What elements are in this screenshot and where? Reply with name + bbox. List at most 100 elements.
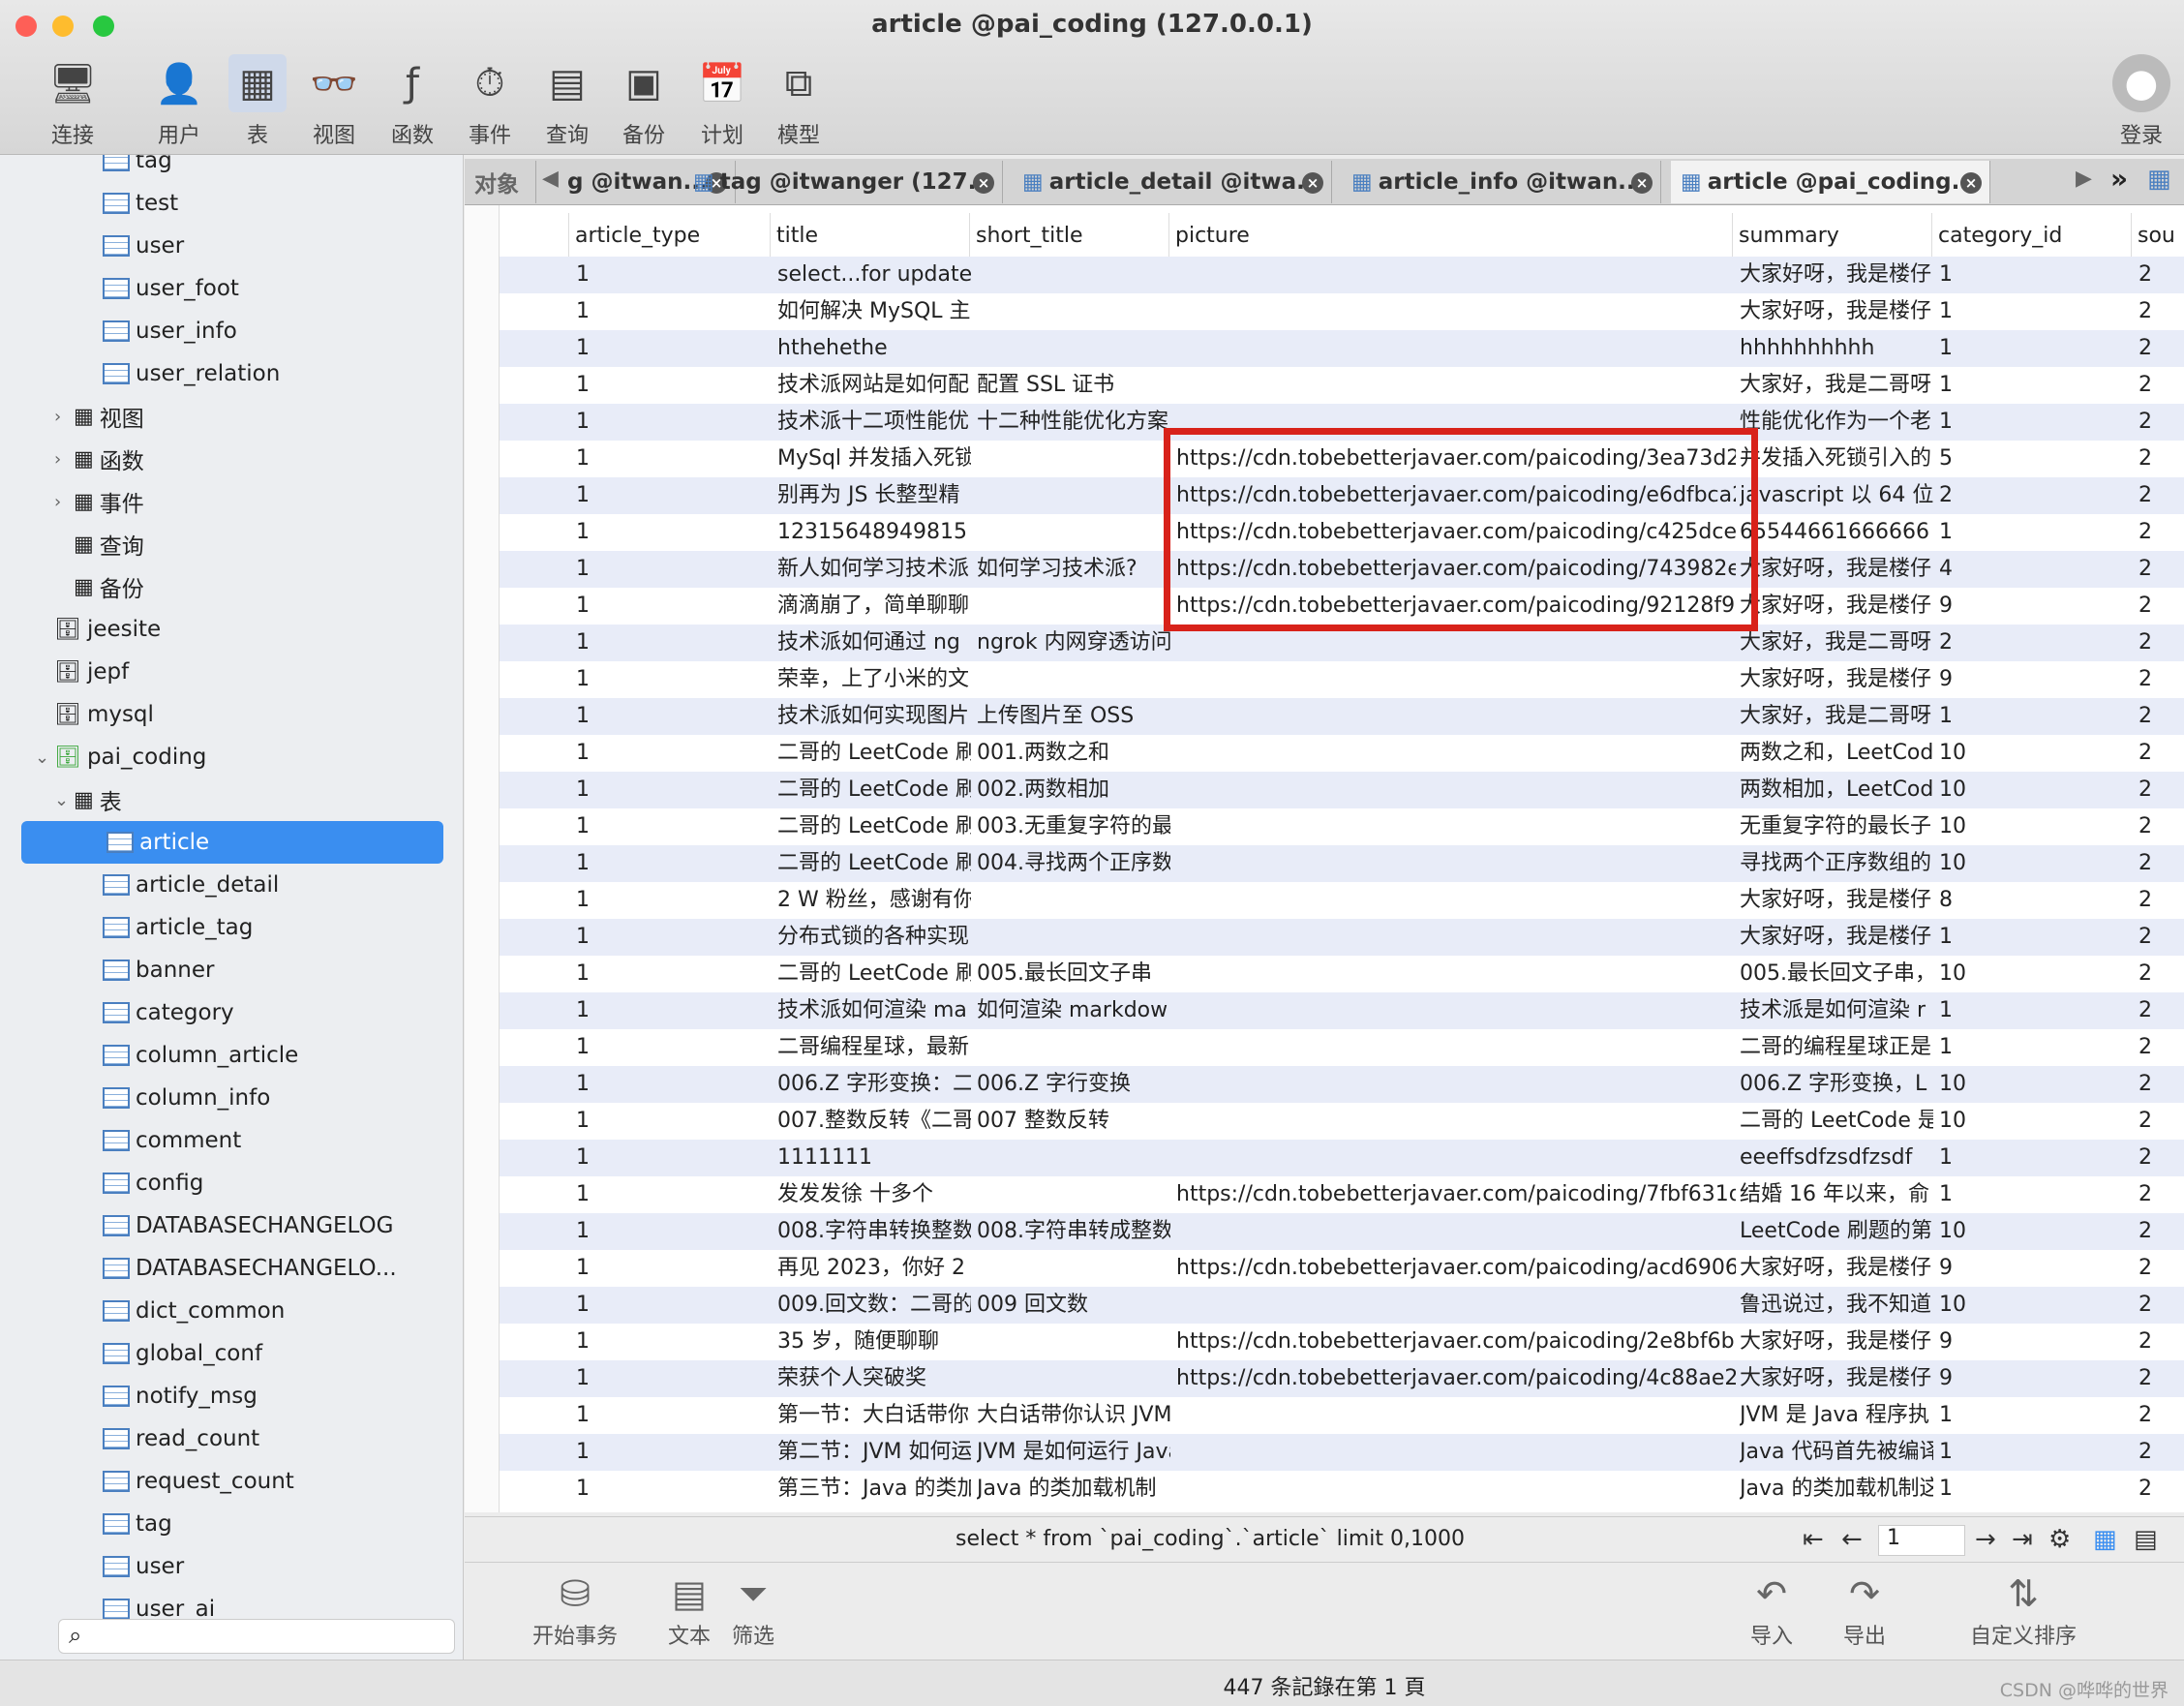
cell-title[interactable]: 再见 2023，你好 2 bbox=[777, 1250, 971, 1287]
cell-summary[interactable]: 大家好呀，我是楼仔 bbox=[1740, 1250, 1933, 1287]
cell-article_type[interactable]: 1 bbox=[576, 257, 770, 293]
cell-short_title[interactable]: Java 的类加载机制 bbox=[977, 1471, 1170, 1508]
cell-short_title[interactable] bbox=[977, 1029, 1170, 1066]
cell-title[interactable]: 分布式锁的各种实现 bbox=[777, 919, 971, 956]
cell-picture[interactable] bbox=[1176, 1287, 1736, 1324]
cell-short_title[interactable]: 006.Z 字行变换 bbox=[977, 1066, 1170, 1103]
cell-short_title[interactable]: 004.寻找两个正序数 bbox=[977, 845, 1170, 882]
cell-short_title[interactable]: JVM 是如何运行 Java bbox=[977, 1434, 1170, 1471]
cell-article_type[interactable]: 1 bbox=[576, 588, 770, 625]
sidebar-item-databasechangelo[interactable]: DATABASECHANGELO... bbox=[83, 1247, 397, 1290]
cell-picture[interactable] bbox=[1176, 1029, 1736, 1066]
cell-article_type[interactable]: 1 bbox=[576, 514, 770, 551]
table-row[interactable]: 1 二哥的 LeetCode 刷 001.两数之和 两数之和，LeetCode 10 2 bbox=[465, 735, 2184, 772]
sidebar-item-pai_coding[interactable]: ⌄ 🗄 pai_coding bbox=[35, 736, 206, 778]
toolbar-view-button[interactable]: 👓 视图 bbox=[295, 54, 373, 149]
cell-article_type[interactable]: 1 bbox=[576, 330, 770, 367]
cell-summary[interactable]: hhhhhhhhhh bbox=[1740, 330, 1933, 367]
cell-category_id[interactable]: 4 bbox=[1939, 551, 2133, 588]
cell-short_title[interactable]: 上传图片至 OSS bbox=[977, 698, 1170, 735]
cell-category_id[interactable]: 1 bbox=[1939, 919, 2133, 956]
cell-summary[interactable]: 006.Z 字形变换，L bbox=[1740, 1066, 1933, 1103]
cell-summary[interactable]: Java 代码首先被编译 bbox=[1740, 1434, 1933, 1471]
cell-picture[interactable] bbox=[1176, 956, 1736, 992]
cell-category_id[interactable]: 9 bbox=[1939, 588, 2133, 625]
table-row[interactable]: 1 35 岁，随便聊聊 https://cdn.tobebetterjavaer.c… bbox=[465, 1324, 2184, 1360]
cell-sou[interactable]: 2 bbox=[2138, 1287, 2184, 1324]
cell-title[interactable]: 006.Z 字形变换：二 bbox=[777, 1066, 971, 1103]
cell-short_title[interactable]: 如何学习技术派? bbox=[977, 551, 1170, 588]
cell-category_id[interactable]: 10 bbox=[1939, 845, 2133, 882]
chevron-icon[interactable]: › bbox=[54, 449, 74, 470]
table-row[interactable]: 1 select...for update 大家好呀，我是楼仔 1 2 bbox=[465, 257, 2184, 293]
sidebar-item-[interactable]: ⌄ ▦ 表 bbox=[54, 778, 122, 821]
table-row[interactable]: 1 008.字符串转换整数 008.字符串转成整数 LeetCode 刷题的第 10 2 bbox=[465, 1213, 2184, 1250]
cell-short_title[interactable]: 大白话带你认识 JVM bbox=[977, 1397, 1170, 1434]
cell-category_id[interactable]: 10 bbox=[1939, 1287, 2133, 1324]
cell-article_type[interactable]: 1 bbox=[576, 808, 770, 845]
tab-3[interactable]: ▦ article_info @itwan... × bbox=[1342, 161, 1661, 203]
column-header-picture[interactable]: picture bbox=[1168, 213, 1736, 259]
cell-article_type[interactable]: 1 bbox=[576, 1360, 770, 1397]
cell-category_id[interactable]: 1 bbox=[1939, 1434, 2133, 1471]
column-header-summary[interactable]: summary bbox=[1732, 213, 1933, 259]
cell-summary[interactable]: 结婚 16 年以来，俞 bbox=[1740, 1176, 1933, 1213]
cell-sou[interactable]: 2 bbox=[2138, 808, 2184, 845]
cell-sou[interactable]: 2 bbox=[2138, 588, 2184, 625]
tab-scroll-right-icon[interactable]: ▶ bbox=[2076, 167, 2092, 191]
cell-sou[interactable]: 2 bbox=[2138, 919, 2184, 956]
cell-picture[interactable]: https://cdn.tobebetterjavaer.com/paicodi… bbox=[1176, 1324, 1736, 1360]
table-row[interactable]: 1 hthehethe hhhhhhhhhh 1 2 bbox=[465, 330, 2184, 367]
cell-title[interactable]: 第三节：Java 的类加 bbox=[777, 1471, 971, 1508]
cell-category_id[interactable]: 1 bbox=[1939, 404, 2133, 441]
close-tab-icon[interactable]: × bbox=[1302, 172, 1323, 194]
cell-sou[interactable]: 2 bbox=[2138, 625, 2184, 661]
cell-picture[interactable] bbox=[1176, 257, 1736, 293]
table-row[interactable]: 1 技术派如何渲染 ma 如何渲染 markdow 技术派是如何渲染 r12 bbox=[465, 992, 2184, 1029]
cell-summary[interactable]: 005.最长回文子串， bbox=[1740, 956, 1933, 992]
cell-short_title[interactable] bbox=[977, 661, 1170, 698]
table-row[interactable]: 1 第二节：JVM 如何运 JVM 是如何运行 Java Java 代码首先被编译 1 2 bbox=[465, 1434, 2184, 1471]
cell-short_title[interactable]: 002.两数相加 bbox=[977, 772, 1170, 808]
cell-short_title[interactable] bbox=[977, 882, 1170, 919]
cell-sou[interactable]: 2 bbox=[2138, 772, 2184, 808]
cell-category_id[interactable]: 1 bbox=[1939, 367, 2133, 404]
tab-objects[interactable]: 对象 bbox=[465, 161, 536, 203]
cell-sou[interactable]: 2 bbox=[2138, 257, 2184, 293]
sidebar-item-user_foot[interactable]: user_foot bbox=[83, 267, 239, 310]
sidebar-item-test[interactable]: test bbox=[83, 182, 178, 225]
form-view-icon[interactable]: ▤ bbox=[2134, 1525, 2158, 1554]
cell-short_title[interactable] bbox=[977, 1324, 1170, 1360]
cell-picture[interactable]: https://cdn.tobebetterjavaer.com/paicodi… bbox=[1176, 1176, 1736, 1213]
cell-sou[interactable]: 2 bbox=[2138, 1434, 2184, 1471]
sidebar-item-[interactable]: ▦ 查询 bbox=[54, 523, 144, 565]
cell-summary[interactable]: Java 的类加载机制这 bbox=[1740, 1471, 1933, 1508]
cell-picture[interactable] bbox=[1176, 882, 1736, 919]
cell-title[interactable]: 009.回文数：二哥的 bbox=[777, 1287, 971, 1324]
cell-article_type[interactable]: 1 bbox=[576, 882, 770, 919]
export-button[interactable]: ↷ 导出 bbox=[1806, 1572, 1923, 1650]
cell-short_title[interactable] bbox=[977, 257, 1170, 293]
cell-short_title[interactable] bbox=[977, 588, 1170, 625]
cell-category_id[interactable]: 10 bbox=[1939, 1103, 2133, 1140]
cell-article_type[interactable]: 1 bbox=[576, 1397, 770, 1434]
cell-summary[interactable]: 大家好呀，我是楼仔 bbox=[1740, 293, 1933, 330]
toolbar-backup-button[interactable]: ▣ 备份 bbox=[605, 54, 682, 149]
sidebar-item-column_info[interactable]: column_info bbox=[83, 1077, 270, 1119]
cell-article_type[interactable]: 1 bbox=[576, 735, 770, 772]
cell-category_id[interactable]: 10 bbox=[1939, 1213, 2133, 1250]
cell-short_title[interactable]: 005.最长回文子串 bbox=[977, 956, 1170, 992]
cell-summary[interactable]: 二哥的编程星球正是 bbox=[1740, 1029, 1933, 1066]
next-page-icon[interactable]: → bbox=[1975, 1525, 1996, 1554]
cell-category_id[interactable]: 1 bbox=[1939, 1140, 2133, 1176]
cell-sou[interactable]: 2 bbox=[2138, 698, 2184, 735]
cell-sou[interactable]: 2 bbox=[2138, 441, 2184, 477]
cell-picture[interactable]: https://cdn.tobebetterjavaer.com/paicodi… bbox=[1176, 1360, 1736, 1397]
cell-sou[interactable]: 2 bbox=[2138, 404, 2184, 441]
cell-sou[interactable]: 2 bbox=[2138, 1213, 2184, 1250]
cell-title[interactable]: 技术派网站是如何配 bbox=[777, 367, 971, 404]
cell-category_id[interactable]: 1 bbox=[1939, 257, 2133, 293]
cell-article_type[interactable]: 1 bbox=[576, 551, 770, 588]
cell-picture[interactable] bbox=[1176, 1140, 1736, 1176]
sidebar-item-banner[interactable]: banner bbox=[83, 949, 214, 991]
